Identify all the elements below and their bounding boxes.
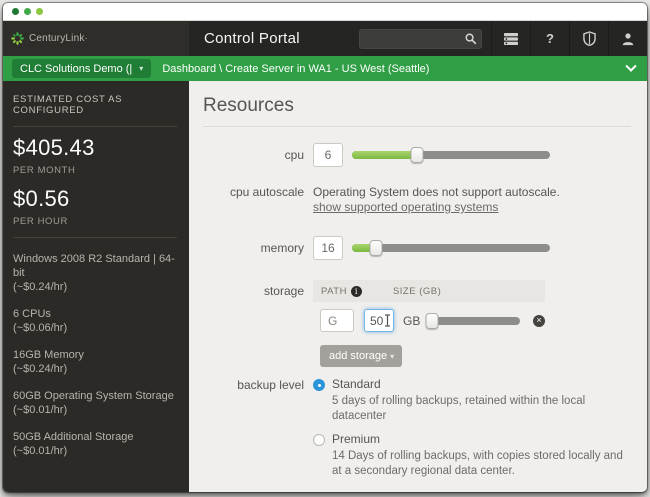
monthly-cost: $405.43 [13,135,177,161]
window-dot-2[interactable] [24,8,31,15]
caret-down-icon: ▾ [139,64,143,73]
storage-size-slider[interactable] [429,317,520,325]
storage-slider-handle[interactable] [426,313,439,329]
autoscale-message: Operating System does not support autosc… [313,185,560,200]
storage-table: PATH i SIZE (GB) [313,280,545,367]
user-menu-button[interactable] [608,21,647,56]
cost-line-item: Windows 2008 R2 Standard | 64-bit (~$0.2… [13,252,177,294]
breadcrumb-bar: CLC Solutions Demo (| ▾ Dashboard \ Crea… [3,56,647,81]
backup-option-standard[interactable]: Standard 5 days of rolling backups, reta… [313,377,631,423]
cost-item-price: (~$0.01/hr) [13,444,177,458]
remove-storage-icon[interactable]: × [533,315,545,327]
app-window: CenturyLink· Control Portal [3,3,647,492]
cost-item-name: 60GB Operating System Storage [13,389,177,403]
help-icon: ? [546,31,554,46]
backup-option-name: Premium [332,432,631,446]
backup-level-label: backup level [199,377,313,487]
window-dot-1[interactable] [12,8,19,15]
storage-row: storage PATH i SIZE (GB) [199,280,631,367]
cost-line-item: 16GB Memory (~$0.24/hr) [13,348,177,376]
cpu-slider-fill [352,151,417,159]
servers-menu-button[interactable] [491,21,530,56]
storage-size-input[interactable] [364,309,394,332]
radio-unselected-icon[interactable] [313,434,325,446]
cpu-slider[interactable] [352,151,550,159]
divider [13,237,177,238]
storage-label: storage [199,280,313,367]
cost-item-price: (~$0.01/hr) [13,403,177,417]
cost-sidebar: ESTIMATED COST AS CONFIGURED $405.43 PER… [3,81,189,492]
sidebar-header: ESTIMATED COST AS CONFIGURED [13,94,177,116]
cpu-row: cpu [199,143,631,167]
breadcrumb[interactable]: Dashboard \ Create Server in WA1 - US We… [162,63,429,75]
search-input[interactable] [359,29,482,49]
window-titlebar [3,3,647,21]
cost-item-name: 6 CPUs [13,307,177,321]
cost-item-name: 16GB Memory [13,348,177,362]
brand-name: CenturyLink· [29,33,88,44]
create-server-form: Resources cpu cpu autoscale Ope [189,81,647,492]
caret-down-icon: ▾ [390,352,394,361]
show-supported-os-link[interactable]: show supported operating systems [313,200,498,214]
cost-line-item: 50GB Additional Storage (~$0.01/hr) [13,430,177,458]
shield-icon [583,31,596,46]
cost-item-name: 50GB Additional Storage [13,430,177,444]
cpu-slider-handle[interactable] [411,147,424,163]
storage-table-header: PATH i SIZE (GB) [313,280,545,302]
cost-item-name: Windows 2008 R2 Standard | 64-bit [13,252,177,280]
account-selector-label: CLC Solutions Demo (| [20,63,132,75]
cpu-label: cpu [199,143,313,167]
memory-slider-handle[interactable] [369,240,382,256]
cost-item-price: (~$0.06/hr) [13,321,177,335]
app-title: Control Portal [189,21,300,56]
memory-label: memory [199,236,313,260]
storage-path-input[interactable] [320,309,354,332]
centurylink-logo-icon [11,32,24,45]
brand-logo-panel[interactable]: CenturyLink· [3,21,189,56]
add-storage-label: add storage [329,350,387,362]
cost-item-price: (~$0.24/hr) [13,280,177,294]
backup-level-row: backup level Standard 5 days of rolling … [199,377,631,487]
memory-slider[interactable] [352,244,550,252]
user-icon [621,32,635,46]
hourly-cost-label: PER HOUR [13,216,177,227]
divider [13,126,177,127]
backup-option-name: Standard [332,377,631,391]
cpu-autoscale-label: cpu autoscale [199,180,313,215]
window-dot-3[interactable] [36,8,43,15]
gb-unit-label: GB [403,314,420,328]
backup-option-premium[interactable]: Premium 14 Days of rolling backups, with… [313,432,631,478]
info-icon[interactable]: i [351,286,362,297]
size-column-header: SIZE (GB) [393,286,441,297]
radio-selected-icon[interactable] [313,379,325,391]
storage-disk-row: GB × [313,309,545,332]
cost-line-item: 6 CPUs (~$0.06/hr) [13,307,177,335]
backup-option-description: 14 Days of rolling backups, with copies … [332,449,631,478]
resources-section-title: Resources [203,95,631,117]
memory-input[interactable] [313,236,343,260]
divider [203,126,631,127]
path-column-header: PATH [321,286,347,297]
memory-row: memory [199,236,631,260]
monthly-cost-label: PER MONTH [13,165,177,176]
server-stack-icon [503,32,519,46]
content-area: ESTIMATED COST AS CONFIGURED $405.43 PER… [3,81,647,492]
account-selector[interactable]: CLC Solutions Demo (| ▾ [12,59,151,78]
app-header: CenturyLink· Control Portal [3,21,647,56]
add-storage-button[interactable]: add storage ▾ [320,345,402,367]
admin-button[interactable] [569,21,608,56]
cpu-autoscale-row: cpu autoscale Operating System does not … [199,180,631,215]
chevron-down-icon[interactable] [625,60,636,71]
search-box [359,29,482,49]
cost-item-price: (~$0.24/hr) [13,362,177,376]
help-button[interactable]: ? [530,21,569,56]
cpu-input[interactable] [313,143,343,167]
cost-line-item: 60GB Operating System Storage (~$0.01/hr… [13,389,177,417]
hourly-cost: $0.56 [13,186,177,212]
backup-option-description: 5 days of rolling backups, retained with… [332,394,631,423]
